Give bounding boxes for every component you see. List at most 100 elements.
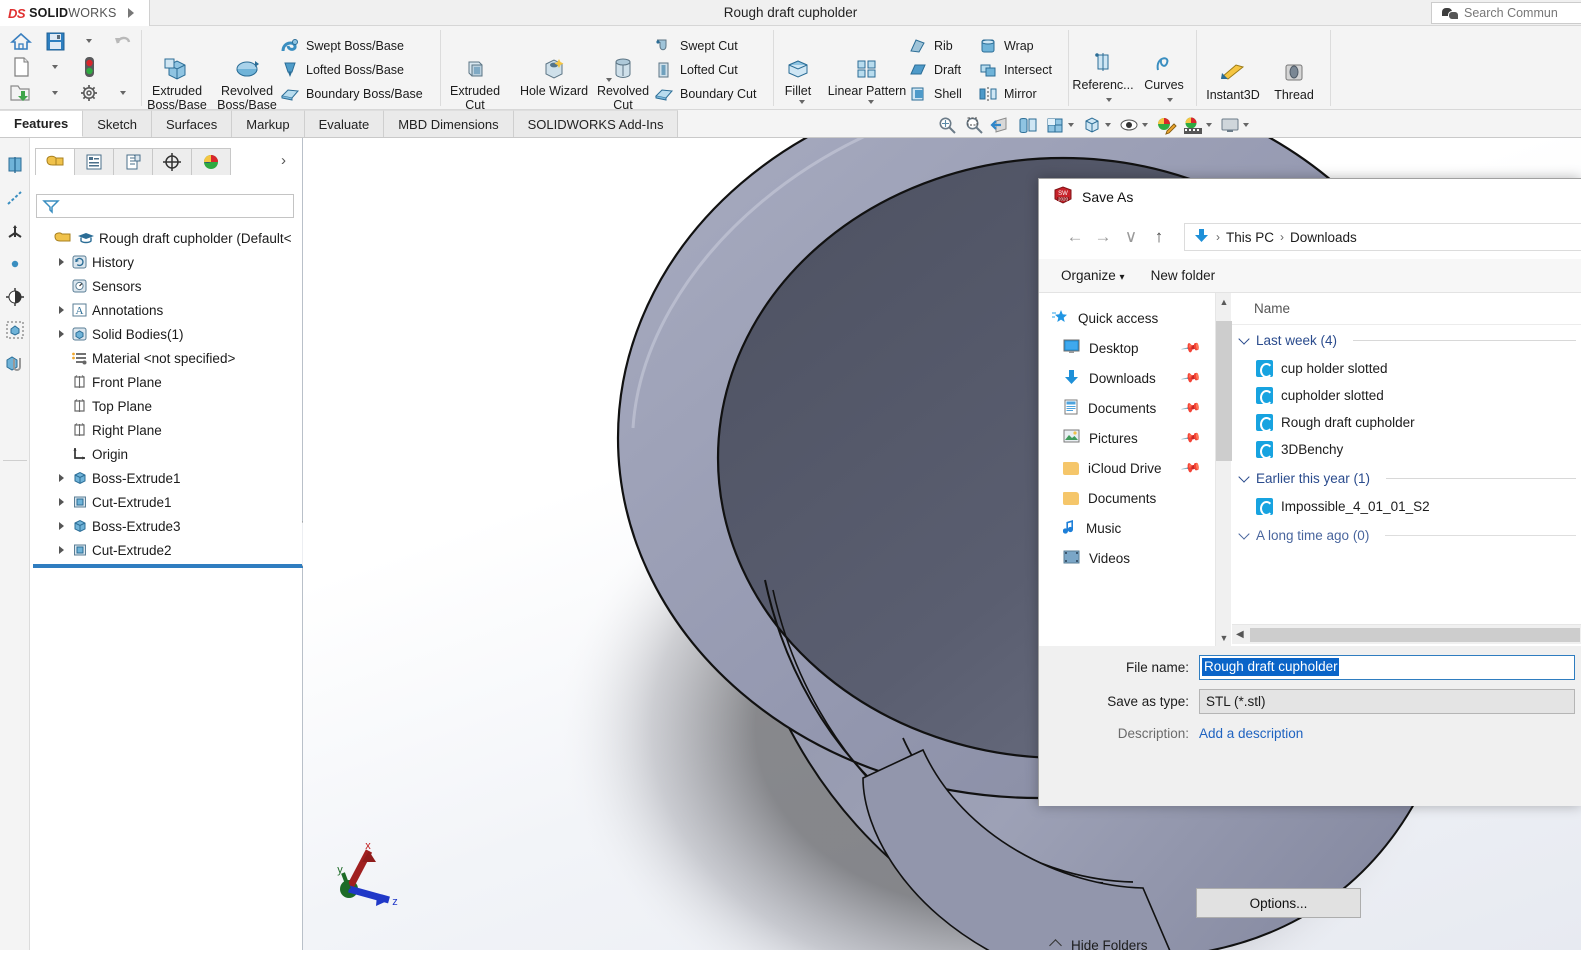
- file-list-item[interactable]: cup holder slotted: [1232, 355, 1581, 382]
- zoom-to-area-icon[interactable]: [962, 113, 986, 137]
- hole-wizard-button[interactable]: Hole Wizard: [508, 50, 600, 98]
- tab-surfaces[interactable]: Surfaces: [151, 110, 233, 137]
- scroll-up-icon[interactable]: ▲: [1216, 293, 1232, 310]
- point-icon[interactable]: [0, 247, 30, 280]
- tab-markup[interactable]: Markup: [232, 110, 305, 137]
- tree-toggle[interactable]: [53, 306, 69, 314]
- dialog-title-bar[interactable]: SW 2020 Save As: [1039, 179, 1581, 215]
- extruded-cut-button[interactable]: Extruded Cut: [442, 50, 508, 112]
- save-as-type-select[interactable]: STL (*.stl): [1199, 688, 1575, 714]
- options-dropdown-caret-icon[interactable]: [108, 81, 138, 105]
- tree-item-boss-extrude1[interactable]: Boss-Extrude1: [33, 466, 303, 490]
- save-dropdown-caret-icon[interactable]: [74, 29, 104, 53]
- display-pane-icon[interactable]: [0, 148, 30, 181]
- new-document-button[interactable]: [6, 55, 36, 79]
- lofted-boss-base-button[interactable]: Lofted Boss/Base: [280, 58, 423, 82]
- up-one-level-button[interactable]: ↑: [1145, 222, 1173, 252]
- new-dropdown-caret-icon[interactable]: [40, 55, 70, 79]
- nav-item-icloud-drive[interactable]: iCloud Drive 📌: [1039, 453, 1215, 483]
- scroll-left-icon[interactable]: ◀: [1236, 629, 1244, 640]
- file-list-item[interactable]: Impossible_4_01_01_S2: [1232, 493, 1581, 520]
- instant3d-button[interactable]: Instant3D: [1198, 54, 1268, 102]
- mirror-button[interactable]: Mirror: [978, 82, 1052, 106]
- options-button[interactable]: [74, 81, 104, 105]
- wrap-button[interactable]: Wrap: [978, 34, 1052, 58]
- display-style-caret-icon[interactable]: [1105, 122, 1111, 127]
- attach-body-icon[interactable]: [0, 346, 30, 379]
- column-header-name[interactable]: Name: [1232, 293, 1581, 325]
- search-community-input[interactable]: Search Commun: [1431, 2, 1581, 24]
- file-name-input[interactable]: Rough draft cupholder: [1199, 654, 1575, 680]
- nav-item-videos[interactable]: Videos: [1039, 543, 1215, 573]
- file-list-item[interactable]: 3DBenchy: [1232, 436, 1581, 463]
- tree-item-right-plane[interactable]: Right Plane: [33, 418, 303, 442]
- tree-toggle[interactable]: [53, 522, 69, 530]
- thread-button[interactable]: Thread: [1264, 54, 1324, 102]
- reference-geometry-button[interactable]: Referenc...: [1070, 44, 1136, 92]
- panel-grip[interactable]: [151, 140, 185, 167]
- curves-dropdown-caret-icon[interactable]: [1155, 88, 1185, 112]
- scrollbar-thumb[interactable]: [1250, 628, 1580, 642]
- previous-view-icon[interactable]: [989, 113, 1013, 137]
- rib-button[interactable]: Rib: [908, 34, 962, 58]
- pin-icon[interactable]: 📌: [1180, 397, 1202, 419]
- feature-manager-more-chevron-icon[interactable]: ›: [281, 152, 286, 169]
- hide-folders-button[interactable]: Hide Folders: [1049, 938, 1148, 953]
- tree-item-origin[interactable]: Origin: [33, 442, 303, 466]
- extruded-boss-base-button[interactable]: Extruded Boss/Base: [144, 50, 210, 112]
- dimxpert-manager-tab[interactable]: [152, 148, 192, 175]
- draft-button[interactable]: Draft: [908, 58, 962, 82]
- revolved-cut-button[interactable]: Revolved Cut: [590, 50, 656, 112]
- tab-sketch[interactable]: Sketch: [83, 110, 152, 137]
- tree-item-material[interactable]: Material <not specified>: [33, 346, 303, 370]
- reference-geometry-dropdown-caret-icon[interactable]: [1094, 88, 1124, 112]
- options-button[interactable]: Options...: [1196, 888, 1361, 918]
- nav-item-downloads[interactable]: Downloads 📌: [1039, 363, 1215, 393]
- pin-icon[interactable]: 📌: [1180, 367, 1202, 389]
- open-dropdown-caret-icon[interactable]: [40, 81, 70, 105]
- boundary-cut-button[interactable]: Boundary Cut: [654, 82, 756, 106]
- view-settings-caret-icon[interactable]: [1243, 122, 1249, 127]
- view-orientation-icon[interactable]: [1043, 113, 1067, 137]
- back-button[interactable]: ←: [1061, 222, 1089, 252]
- nav-item-documents-quick[interactable]: Documents 📌: [1039, 393, 1215, 423]
- file-group-last-week[interactable]: Last week (4): [1232, 325, 1581, 355]
- tree-item-annotations[interactable]: A Annotations: [33, 298, 303, 322]
- curves-button[interactable]: Curves: [1134, 44, 1194, 92]
- tree-item-boss-extrude3[interactable]: Boss-Extrude3: [33, 514, 303, 538]
- tab-features[interactable]: Features: [0, 110, 84, 137]
- tree-item-part-root[interactable]: Rough draft cupholder (Default<: [33, 226, 303, 250]
- tree-item-solid-bodies[interactable]: Solid Bodies(1): [33, 322, 303, 346]
- hide-show-items-icon[interactable]: [1117, 113, 1141, 137]
- view-orientation-caret-icon[interactable]: [1068, 122, 1074, 127]
- file-list-horizontal-scrollbar[interactable]: ◀: [1232, 624, 1581, 644]
- tree-item-front-plane[interactable]: Front Plane: [33, 370, 303, 394]
- tree-toggle[interactable]: [53, 474, 69, 482]
- tree-item-sensors[interactable]: Sensors: [33, 274, 303, 298]
- navigation-pane-scrollbar[interactable]: ▲ ▼: [1215, 293, 1232, 646]
- pin-icon[interactable]: 📌: [1180, 337, 1202, 359]
- file-list-item[interactable]: Rough draft cupholder: [1232, 409, 1581, 436]
- nav-item-quick-access[interactable]: Quick access: [1039, 303, 1215, 333]
- tree-item-cut-extrude2[interactable]: Cut-Extrude2: [33, 538, 303, 562]
- tree-toggle[interactable]: [53, 498, 69, 506]
- nav-item-music[interactable]: Music: [1039, 513, 1215, 543]
- nav-item-documents-folder[interactable]: Documents: [1039, 483, 1215, 513]
- open-button[interactable]: [6, 81, 36, 105]
- recent-locations-button[interactable]: ∨: [1117, 222, 1145, 252]
- tree-item-history[interactable]: History: [33, 250, 303, 274]
- shell-button[interactable]: Shell: [908, 82, 962, 106]
- swept-boss-base-button[interactable]: Swept Boss/Base: [280, 34, 423, 58]
- file-group-earlier-this-year[interactable]: Earlier this year (1): [1232, 463, 1581, 493]
- configuration-manager-tab[interactable]: [113, 148, 153, 175]
- intersect-button[interactable]: Intersect: [978, 58, 1052, 82]
- add-description-link[interactable]: Add a description: [1199, 726, 1303, 741]
- tree-toggle[interactable]: [53, 258, 69, 266]
- forward-button[interactable]: →: [1089, 222, 1117, 252]
- tree-toggle[interactable]: [53, 546, 69, 554]
- apply-scene-caret-icon[interactable]: [1206, 122, 1212, 127]
- home-button[interactable]: [6, 29, 36, 53]
- tree-item-cut-extrude1[interactable]: Cut-Extrude1: [33, 490, 303, 514]
- mate-reference-icon[interactable]: [0, 280, 30, 313]
- tab-evaluate[interactable]: Evaluate: [304, 110, 385, 137]
